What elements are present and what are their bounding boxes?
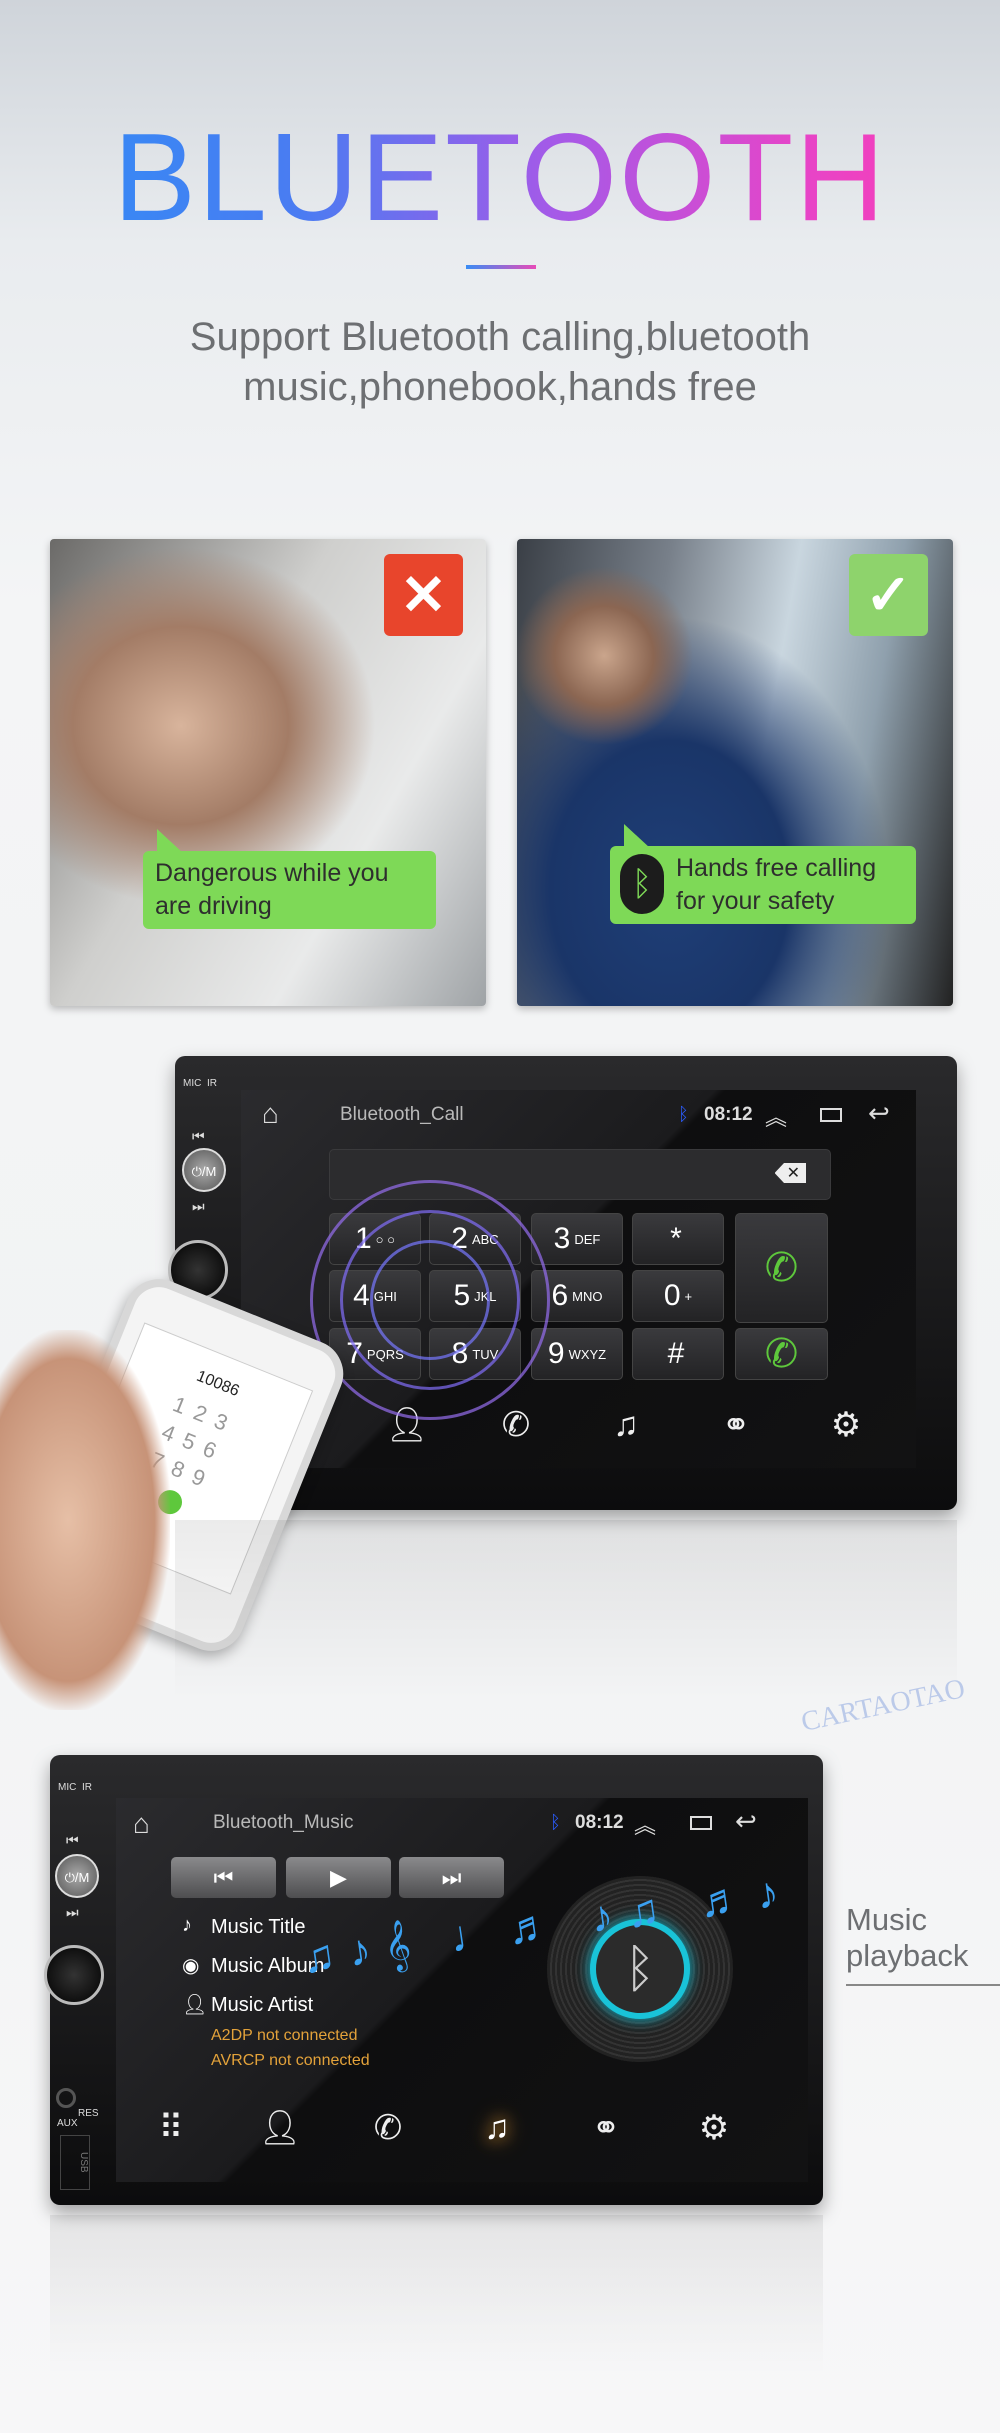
usb-port[interactable]: USB bbox=[60, 2135, 90, 2190]
title-underline bbox=[466, 265, 536, 269]
call-button[interactable]: ✆ bbox=[735, 1213, 828, 1323]
music-note-icon: ♪ bbox=[182, 1914, 192, 1936]
call-log-icon[interactable]: ✆ bbox=[374, 2108, 403, 2148]
dial-key[interactable]: 9 WXYZ bbox=[531, 1328, 623, 1380]
music-icon[interactable]: ♫ bbox=[484, 2109, 510, 2148]
res-label: RES bbox=[78, 2108, 99, 2119]
cross-icon: ✕ bbox=[384, 554, 463, 636]
screen-title: Bluetooth_Call bbox=[340, 1104, 464, 1125]
key-digit: * bbox=[670, 1222, 682, 1255]
safety-bubble: ᛒ Hands free calling for your safety bbox=[610, 824, 916, 924]
recent-apps-icon[interactable] bbox=[690, 1816, 712, 1830]
dial-key[interactable]: # bbox=[632, 1328, 724, 1380]
music-title: Music Title bbox=[211, 1916, 306, 1938]
dial-key[interactable]: * bbox=[632, 1213, 724, 1265]
signal-ring bbox=[370, 1240, 490, 1360]
album-icon: ◉ bbox=[182, 1955, 200, 1977]
dial-key[interactable]: 0 + bbox=[632, 1270, 724, 1322]
photo-phone-driving: ✕ Dangerous while you are driving bbox=[50, 539, 486, 1006]
bubble-line: are driving bbox=[155, 892, 272, 920]
warning-bubble: Dangerous while you are driving bbox=[143, 829, 436, 929]
subtitle-line: music,phonebook,hands free bbox=[243, 365, 757, 409]
bubble-line: for your safety bbox=[676, 887, 835, 915]
aux-jack bbox=[56, 2088, 76, 2108]
a2dp-status: A2DP not connected bbox=[211, 2027, 358, 2044]
music-icon[interactable]: ♫ bbox=[613, 1406, 639, 1445]
key-digit: 9 bbox=[547, 1337, 565, 1370]
dial-key[interactable]: 3 DEF bbox=[531, 1213, 623, 1265]
aux-label: AUX bbox=[57, 2118, 78, 2129]
subtitle-line: Support Bluetooth calling,bluetooth bbox=[189, 315, 811, 359]
reflection bbox=[175, 1520, 957, 1700]
home-icon[interactable]: ⌂ bbox=[133, 1808, 150, 1840]
mic-label: MIC bbox=[183, 1078, 202, 1089]
call-log-icon[interactable]: ✆ bbox=[502, 1405, 531, 1445]
avrcp-status: AVRCP not connected bbox=[211, 2052, 370, 2069]
backspace-icon[interactable]: ✕ bbox=[774, 1163, 806, 1183]
bluetooth-status-icon: ᛒ bbox=[678, 1104, 689, 1124]
previous-button[interactable]: ⏮ bbox=[171, 1857, 276, 1898]
prev-track-button[interactable]: ⏮ bbox=[192, 1128, 205, 1145]
clock: 08:12 bbox=[704, 1104, 753, 1125]
play-button[interactable]: ▶ bbox=[286, 1857, 391, 1898]
key-digit: # bbox=[667, 1337, 685, 1370]
key-letters: + bbox=[684, 1288, 693, 1304]
back-icon[interactable]: ↩ bbox=[735, 1806, 757, 1837]
clock: 08:12 bbox=[575, 1812, 624, 1833]
power-mode-button[interactable]: ⏻/M bbox=[55, 1854, 99, 1898]
ir-label: IR bbox=[82, 1782, 92, 1793]
link-icon[interactable]: ⚭ bbox=[722, 1405, 751, 1445]
key-digit: 0 bbox=[663, 1279, 681, 1312]
chevron-up-icon[interactable]: ︽ bbox=[634, 1808, 656, 1840]
caption-line: Music bbox=[846, 1902, 927, 1937]
music-artist: Music Artist bbox=[211, 1994, 314, 2016]
recent-apps-icon[interactable] bbox=[820, 1108, 842, 1122]
check-icon: ✓ bbox=[849, 554, 928, 636]
contacts-icon[interactable]: 👤︎ bbox=[258, 2108, 301, 2148]
link-icon[interactable]: ⚭ bbox=[592, 2108, 621, 2148]
key-digit: 3 bbox=[553, 1222, 571, 1255]
screen-title: Bluetooth_Music bbox=[213, 1812, 354, 1833]
reflection bbox=[50, 2215, 823, 2375]
next-track-button[interactable]: ⏭ bbox=[192, 1198, 205, 1215]
page-title: BLUETOOTH bbox=[0, 108, 1000, 248]
bluetooth-status-icon: ᛒ bbox=[550, 1812, 561, 1832]
power-mode-button[interactable]: ⏻/M bbox=[182, 1148, 226, 1192]
bubble-line: Hands free calling bbox=[676, 854, 877, 882]
key-digit: 6 bbox=[551, 1279, 569, 1312]
artist-icon: 👤︎ bbox=[182, 1994, 208, 2016]
caption-underline bbox=[846, 1984, 1000, 1986]
bubble-line: Dangerous while you bbox=[155, 859, 389, 887]
dialpad-icon[interactable]: ⠿ bbox=[159, 2108, 184, 2148]
home-icon[interactable]: ⌂ bbox=[262, 1098, 279, 1130]
key-letters: WXYZ bbox=[568, 1346, 607, 1362]
settings-icon[interactable]: ⚙ bbox=[831, 1405, 861, 1445]
ir-label: IR bbox=[207, 1078, 217, 1089]
caption: Music playback bbox=[846, 1902, 968, 1974]
next-track-button[interactable]: ⏭ bbox=[66, 1904, 79, 1921]
chevron-up-icon[interactable]: ︽ bbox=[765, 1100, 787, 1132]
bluetooth-icon: ᛒ bbox=[620, 854, 664, 914]
volume-knob[interactable] bbox=[44, 1945, 104, 2005]
back-icon[interactable]: ↩ bbox=[868, 1098, 890, 1129]
redial-button[interactable]: ✆ bbox=[735, 1328, 828, 1380]
next-button[interactable]: ⏭ bbox=[399, 1857, 504, 1898]
hand bbox=[0, 1330, 170, 1710]
key-letters: MNO bbox=[572, 1288, 603, 1304]
subtitle: Support Bluetooth calling,bluetooth music… bbox=[0, 312, 1000, 412]
photo-hands-free: ✓ ᛒ Hands free calling for your safety bbox=[517, 539, 953, 1006]
caption-line: playback bbox=[846, 1938, 969, 1973]
key-letters: DEF bbox=[574, 1231, 601, 1247]
settings-icon[interactable]: ⚙ bbox=[699, 2108, 729, 2148]
mic-label: MIC bbox=[58, 1782, 77, 1793]
prev-track-button[interactable]: ⏮ bbox=[66, 1832, 79, 1849]
